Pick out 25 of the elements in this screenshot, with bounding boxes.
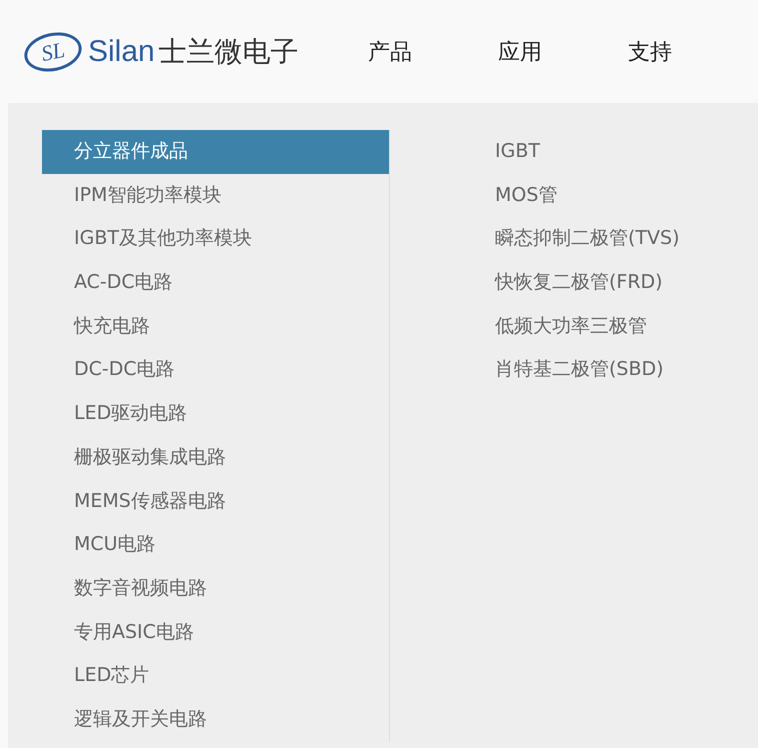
nav-link[interactable]: 支持 bbox=[628, 36, 758, 66]
category-item[interactable]: MEMS传感器电路 bbox=[42, 480, 389, 524]
logo-name: 士兰微电子 bbox=[158, 34, 299, 70]
category-item[interactable]: DC-DC电路 bbox=[42, 348, 389, 392]
category-item[interactable]: 专用ASIC电路 bbox=[42, 610, 389, 654]
category-item[interactable]: 分立器件成品 bbox=[42, 130, 389, 174]
logo-brand: Silan bbox=[88, 34, 155, 68]
subcategory-link[interactable]: IGBT bbox=[495, 130, 680, 174]
category-item[interactable]: IPM智能功率模块 bbox=[42, 174, 389, 218]
subcategory-link[interactable]: 快恢复二极管(FRD) bbox=[495, 261, 680, 305]
category-item[interactable]: 数字音视频电路 bbox=[42, 566, 389, 611]
nav-link[interactable]: 产品 bbox=[368, 36, 498, 66]
category-item[interactable]: IGBT及其他功率模块 bbox=[42, 217, 389, 262]
subcategory-link[interactable]: 肖特基二极管(SBD) bbox=[495, 348, 680, 392]
subcategory-link[interactable]: MOS管 bbox=[495, 174, 680, 218]
category-item[interactable]: 栅极驱动集成电路 bbox=[42, 436, 389, 480]
category-item[interactable]: 快充电路 bbox=[42, 304, 389, 348]
subcategory-link[interactable]: 瞬态抑制二极管(TVS) bbox=[495, 217, 680, 262]
subcategory-link[interactable]: 低频大功率三极管 bbox=[495, 304, 680, 348]
category-item[interactable]: 逻辑及开关电路 bbox=[42, 698, 389, 742]
category-item[interactable]: LED芯片 bbox=[42, 654, 389, 698]
category-item[interactable]: LED驱动电路 bbox=[42, 392, 389, 436]
nav-link[interactable]: 应用 bbox=[498, 36, 628, 66]
category-item[interactable]: AC-DC电路 bbox=[42, 261, 389, 305]
category-item[interactable]: MCU电路 bbox=[42, 523, 389, 567]
